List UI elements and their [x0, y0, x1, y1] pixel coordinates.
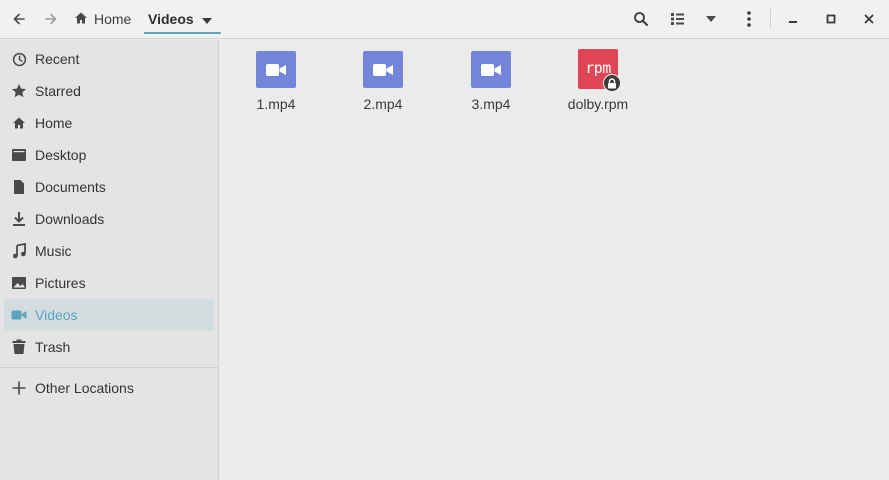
sidebar-item-other-locations[interactable]: Other Locations [4, 372, 214, 404]
sidebar-item-label: Videos [35, 307, 78, 323]
maximize-icon [826, 14, 836, 24]
document-icon [10, 178, 28, 196]
view-options-button[interactable] [697, 6, 725, 32]
sidebar-item-label: Desktop [35, 147, 87, 163]
back-button[interactable] [5, 6, 33, 32]
sidebar-item-label: Downloads [35, 211, 105, 227]
sidebar-separator [0, 367, 218, 368]
sidebar-item-label: Home [35, 115, 73, 131]
desktop-icon [10, 146, 28, 164]
picture-icon [10, 274, 28, 292]
sidebar-item-label: Other Locations [35, 380, 134, 396]
forward-button[interactable] [37, 6, 65, 32]
sidebar-item-label: Trash [35, 339, 71, 355]
sidebar-item-videos[interactable]: Videos [4, 299, 214, 331]
header-bar: Home Videos [0, 0, 889, 39]
menu-icon [747, 11, 751, 27]
download-icon [10, 210, 28, 228]
arrow-left-icon [11, 11, 27, 27]
clock-icon [10, 50, 28, 68]
file-item[interactable]: 1.mp4 [231, 49, 321, 119]
file-name: 1.mp4 [256, 96, 296, 112]
breadcrumb-videos[interactable]: Videos [144, 6, 221, 34]
breadcrumb-home-label: Home [94, 11, 132, 27]
file-name: 3.mp4 [471, 96, 511, 112]
close-button[interactable] [855, 6, 883, 32]
header-separator [770, 9, 771, 29]
search-icon [633, 11, 649, 27]
video-file-icon [471, 49, 511, 89]
search-button[interactable] [627, 6, 655, 32]
sidebar-item-home[interactable]: Home [4, 107, 214, 139]
video-file-icon [256, 49, 296, 89]
sidebar-item-label: Music [35, 243, 72, 259]
sidebar-item-documents[interactable]: Documents [4, 171, 214, 203]
list-view-button[interactable] [664, 6, 692, 32]
video-icon [10, 306, 28, 324]
list-view-icon [671, 13, 685, 25]
sidebar-item-label: Documents [35, 179, 106, 195]
chevron-down-icon [201, 11, 212, 27]
menu-button[interactable] [735, 6, 763, 32]
sidebar-item-label: Starred [35, 83, 81, 99]
minimize-icon [788, 14, 798, 24]
star-icon [10, 82, 28, 100]
sidebar-item-recent[interactable]: Recent [4, 43, 214, 75]
view-options-dropdown-icon [706, 16, 716, 22]
sidebar-item-label: Pictures [35, 275, 86, 291]
file-item[interactable]: 2.mp4 [338, 49, 428, 119]
sidebar-item-downloads[interactable]: Downloads [4, 203, 214, 235]
home-icon [74, 11, 88, 28]
rpm-package-icon: rpm [578, 49, 621, 92]
sidebar-item-trash[interactable]: Trash [4, 331, 214, 363]
sidebar-item-desktop[interactable]: Desktop [4, 139, 214, 171]
sidebar-item-label: Recent [35, 51, 80, 67]
lock-icon [603, 74, 621, 92]
file-name: dolby.rpm [567, 96, 629, 112]
sidebar-item-starred[interactable]: Starred [4, 75, 214, 107]
file-item[interactable]: 3.mp4 [446, 49, 536, 119]
arrow-right-icon [43, 11, 59, 27]
music-icon [10, 242, 28, 260]
maximize-button[interactable] [817, 6, 845, 32]
home-icon [10, 114, 28, 132]
file-item[interactable]: rpm dolby.rpm [553, 49, 643, 119]
breadcrumb-home[interactable]: Home [74, 6, 131, 32]
video-file-icon [363, 49, 403, 89]
close-icon [864, 14, 874, 24]
sidebar: Recent Starred Home Desktop Documents Do… [0, 40, 219, 480]
file-name: 2.mp4 [363, 96, 403, 112]
sidebar-item-pictures[interactable]: Pictures [4, 267, 214, 299]
plus-icon [10, 379, 28, 397]
breadcrumb-videos-label: Videos [148, 11, 194, 27]
minimize-button[interactable] [779, 6, 807, 32]
trash-icon [10, 338, 28, 356]
sidebar-item-music[interactable]: Music [4, 235, 214, 267]
